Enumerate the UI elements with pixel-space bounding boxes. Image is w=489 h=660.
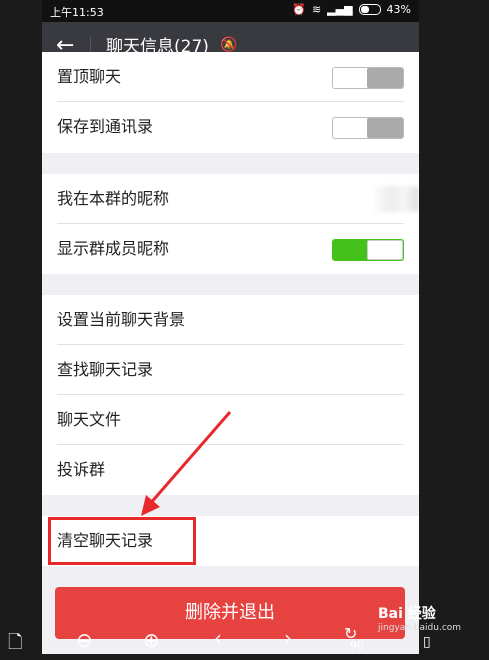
arrow-head [141,495,160,516]
document-icon[interactable]: 🗋 [8,630,22,660]
trash-icon[interactable]: ▯ [423,634,431,650]
next-icon[interactable]: › [284,626,292,650]
zoom-out-icon[interactable]: ⊖ [76,628,93,652]
arrow-shaft [147,411,232,506]
zoom-in-icon[interactable]: ⊕ [143,628,160,652]
watermark-brand: Bai 经验 [378,606,436,622]
prev-icon[interactable]: ‹ [214,626,222,650]
watermark: Bai 经验 jingyan.baidu.com [378,607,461,635]
phone-screen: 上午11:53 ⏰ ≋ ▂▄▆ 43% ← 聊天信息(27) 🔕 置顶聊天 保存… [42,0,419,654]
rotate-value: 90 [350,639,364,652]
annotation-arrow [141,411,232,516]
watermark-site: jingyan.baidu.com [378,623,462,633]
